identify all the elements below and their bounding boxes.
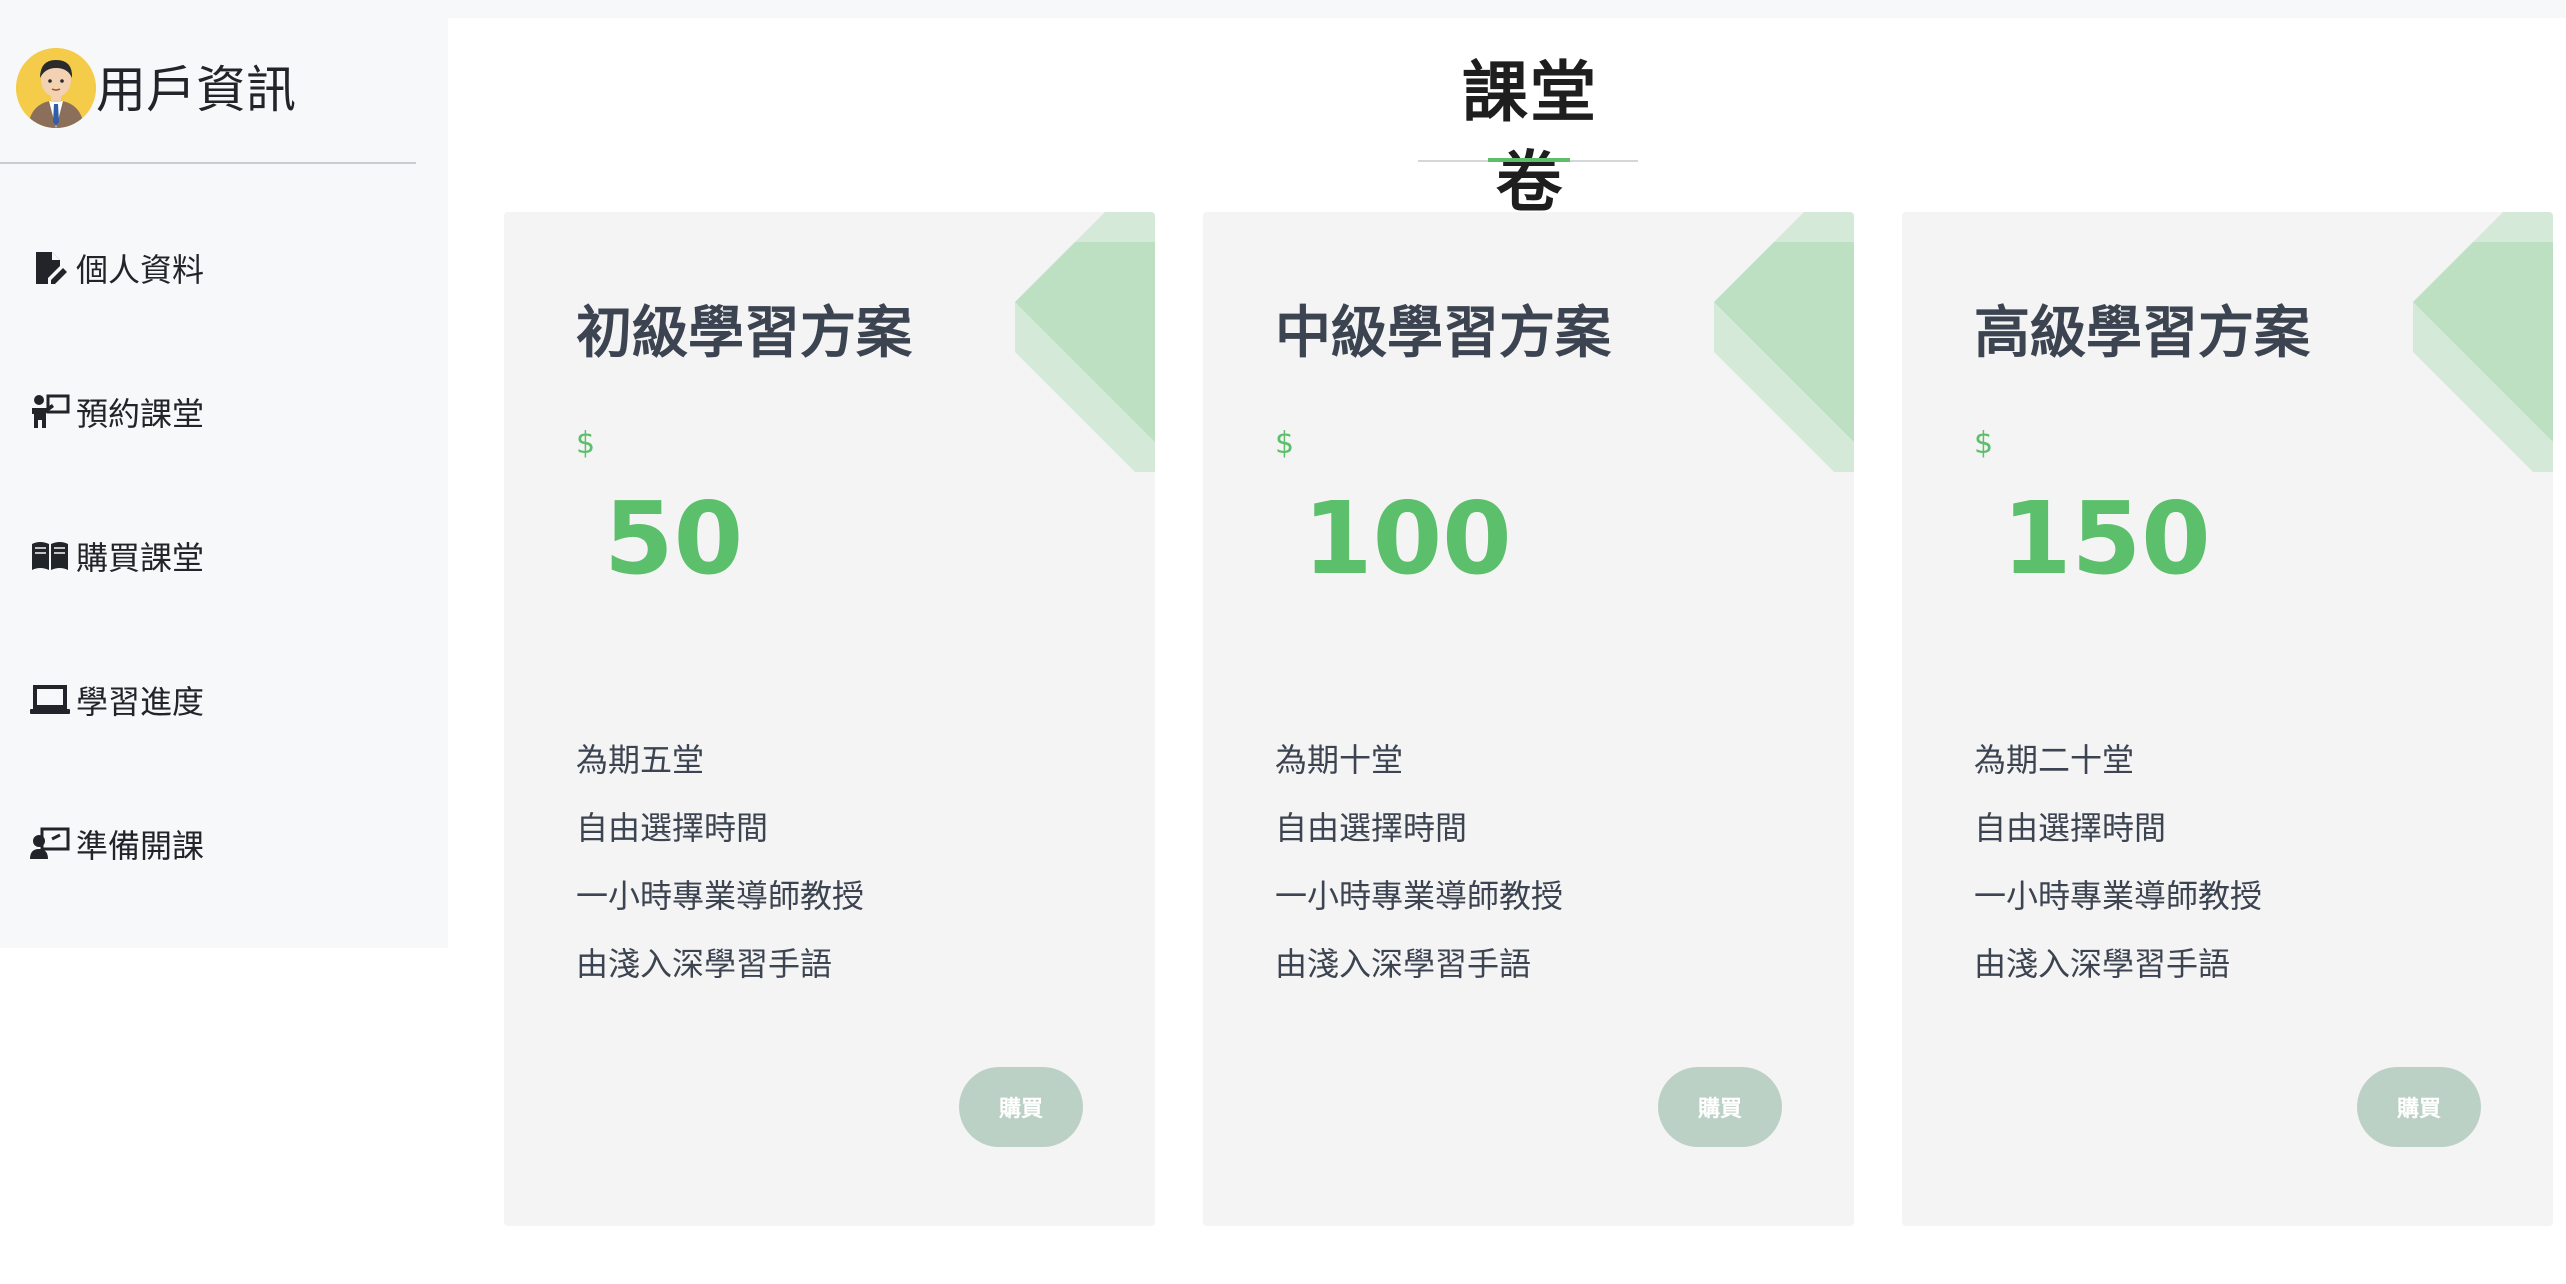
laptop-icon [30, 680, 70, 720]
sidebar-item-label: 學習進度 [76, 683, 205, 721]
sidebar-item-prepare-class[interactable]: 準備開課 [30, 814, 204, 874]
plan-price: 100 [1303, 480, 1512, 597]
currency-symbol: $ [576, 426, 596, 461]
plan-feature: 一小時專業導師教授 [576, 877, 865, 915]
buy-button[interactable]: 購買 [959, 1067, 1083, 1147]
top-strip [448, 0, 2566, 18]
plan-card-basic: 初級學習方案 $ 50 為期五堂 自由選擇時間 一小時專業導師教授 由淺入深學習… [504, 212, 1155, 1226]
page-title: 課堂卷 [1462, 54, 1598, 221]
plan-card-intermediate: 中級學習方案 $ 100 為期十堂 自由選擇時間 一小時專業導師教授 由淺入深學… [1203, 212, 1854, 1226]
buy-button[interactable]: 購買 [1658, 1067, 1782, 1147]
presentation-icon [30, 824, 70, 864]
plan-price: 150 [2002, 480, 2211, 597]
plan-feature: 由淺入深學習手語 [1275, 945, 1532, 983]
card-decoration-icon [1015, 212, 1155, 472]
avatar[interactable] [16, 48, 96, 128]
currency-symbol: $ [1974, 426, 1994, 461]
plan-feature: 為期五堂 [576, 741, 705, 779]
plan-feature: 自由選擇時間 [1974, 809, 2167, 847]
user-info-title: 用戶資訊 [96, 61, 296, 119]
sidebar-item-label: 購買課堂 [76, 539, 205, 577]
user-avatar-icon [16, 48, 96, 128]
card-decoration-icon [2413, 212, 2553, 472]
user-header: 用戶資訊 [0, 0, 416, 164]
buy-button[interactable]: 購買 [2357, 1067, 2481, 1147]
sidebar-item-profile[interactable]: 個人資料 [30, 238, 204, 298]
open-book-icon [30, 536, 70, 576]
plan-feature: 由淺入深學習手語 [1974, 945, 2231, 983]
teacher-board-icon [30, 392, 70, 432]
sidebar-item-label: 準備開課 [76, 827, 205, 865]
sidebar-item-book-class[interactable]: 預約課堂 [30, 382, 204, 442]
card-decoration-icon [1714, 212, 1854, 472]
plan-name: 中級學習方案 [1275, 301, 1611, 366]
sidebar-item-buy-class[interactable]: 購買課堂 [30, 526, 204, 586]
sidebar: 用戶資訊 個人資料 預約課堂 購買課堂 學習進度 準備開課 [0, 0, 448, 948]
file-edit-icon [30, 248, 70, 288]
plan-feature: 自由選擇時間 [576, 809, 769, 847]
plan-feature: 為期二十堂 [1974, 741, 2135, 779]
plan-feature: 由淺入深學習手語 [576, 945, 833, 983]
page: 用戶資訊 個人資料 預約課堂 購買課堂 學習進度 準備開課 課堂卷 初級學習方案… [0, 0, 2566, 1284]
plan-feature: 一小時專業導師教授 [1275, 877, 1564, 915]
plan-name: 初級學習方案 [576, 301, 912, 366]
sidebar-item-progress[interactable]: 學習進度 [30, 670, 204, 730]
plan-feature: 為期十堂 [1275, 741, 1404, 779]
plan-name: 高級學習方案 [1974, 301, 2310, 366]
plan-feature: 一小時專業導師教授 [1974, 877, 2263, 915]
currency-symbol: $ [1275, 426, 1295, 461]
title-divider-accent [1488, 158, 1570, 162]
sidebar-item-label: 個人資料 [76, 251, 205, 289]
sidebar-item-label: 預約課堂 [76, 395, 205, 433]
plan-feature: 自由選擇時間 [1275, 809, 1468, 847]
plan-card-advanced: 高級學習方案 $ 150 為期二十堂 自由選擇時間 一小時專業導師教授 由淺入深… [1902, 212, 2553, 1226]
plan-price: 50 [604, 480, 744, 597]
